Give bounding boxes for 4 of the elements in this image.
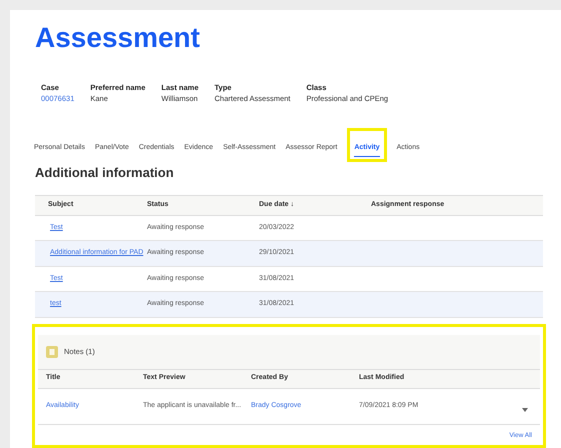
- page-title: Assessment: [35, 21, 201, 55]
- dropdown-caret-icon[interactable]: [522, 408, 528, 412]
- notes-icon: [46, 346, 58, 358]
- section-title: Additional information: [35, 164, 175, 182]
